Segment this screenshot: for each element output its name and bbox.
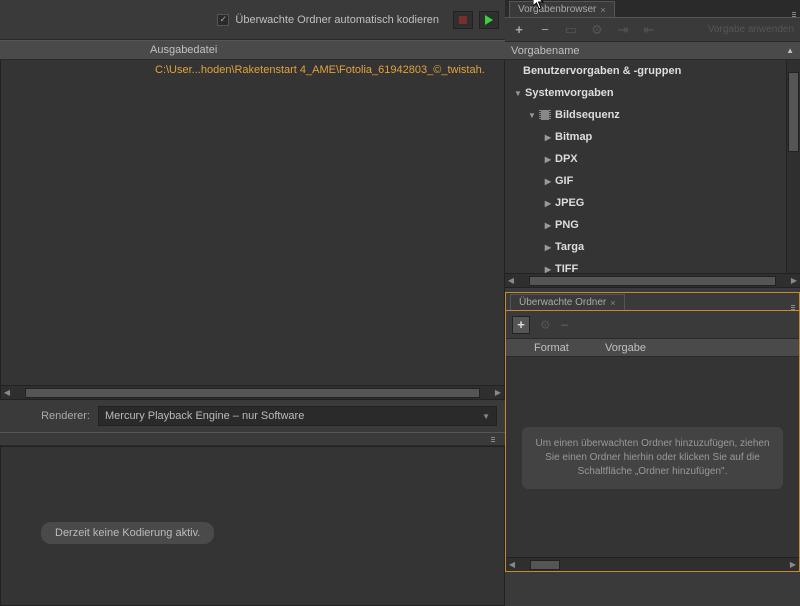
play-button[interactable]	[479, 11, 499, 29]
renderer-row: Renderer: Mercury Playback Engine – nur …	[0, 400, 505, 432]
renderer-label: Renderer:	[8, 410, 90, 422]
queue-list[interactable]: C:\User...hoden\Raketenstart 4_AME\Fotol…	[0, 60, 505, 400]
panel-menu-icon[interactable]	[787, 305, 799, 310]
renderer-dropdown[interactable]: Mercury Playback Engine – nur Software ▼	[98, 406, 497, 426]
preset-tree[interactable]: Benutzervorgaben & -gruppen ▼ Systemvorg…	[505, 60, 800, 288]
renderer-value: Mercury Playback Engine – nur Software	[105, 410, 304, 422]
scroll-thumb[interactable]	[25, 388, 480, 398]
watched-toolbar: + ⚙ −	[506, 311, 799, 339]
close-icon[interactable]: ×	[600, 5, 605, 15]
preset-browser-tab[interactable]: Vorgabenbrowser ×	[509, 1, 615, 17]
watched-h-scrollbar[interactable]: ◀ ▶	[506, 557, 799, 571]
tree-label: Targa	[555, 241, 584, 253]
scroll-right-icon[interactable]: ▶	[787, 559, 799, 571]
play-icon	[485, 15, 493, 25]
watched-folders-panel: Überwachte Ordner × + ⚙ − Format Vorgabe…	[505, 292, 800, 572]
tree-item[interactable]: ▶Targa	[505, 236, 800, 258]
twisty-right-icon: ▶	[543, 221, 553, 230]
queue-row[interactable]: C:\User...hoden\Raketenstart 4_AME\Fotol…	[1, 60, 504, 80]
column-output-label: Ausgabedatei	[150, 44, 217, 56]
tab-label: Vorgabenbrowser	[518, 4, 596, 15]
twisty-right-icon: ▶	[543, 199, 553, 208]
queue-column-header[interactable]: Ausgabedatei	[0, 40, 505, 60]
tree-group-system[interactable]: ▼ Systemvorgaben	[505, 82, 800, 104]
sort-up-icon: ▲	[786, 46, 794, 55]
scroll-right-icon[interactable]: ▶	[492, 387, 504, 399]
tree-label: JPEG	[555, 197, 584, 209]
col-preset: Vorgabe	[601, 342, 646, 354]
preset-list-header[interactable]: Vorgabename ▲	[505, 42, 800, 60]
remove-preset-button[interactable]: −	[537, 22, 553, 38]
twisty-right-icon: ▶	[543, 177, 553, 186]
twisty-down-icon: ▼	[513, 89, 523, 98]
twisty-right-icon: ▶	[543, 243, 553, 252]
tree-v-scrollbar[interactable]	[786, 60, 800, 273]
close-icon[interactable]: ×	[610, 298, 615, 308]
add-preset-button[interactable]: +	[511, 22, 527, 38]
apply-preset-button[interactable]: Vorgabe anwenden	[708, 24, 794, 35]
remove-folder-button: −	[561, 317, 569, 333]
twisty-right-icon: ▶	[543, 155, 553, 164]
film-icon	[539, 110, 551, 120]
scroll-left-icon[interactable]: ◀	[505, 275, 517, 287]
tree-item[interactable]: ▶DPX	[505, 148, 800, 170]
scroll-right-icon[interactable]: ▶	[788, 275, 800, 287]
watched-drop-area[interactable]: Um einen überwachten Ordner hinzuzufügen…	[506, 357, 799, 571]
tree-item[interactable]: ▶PNG	[505, 214, 800, 236]
auto-encode-label: Überwachte Ordner automatisch kodieren	[235, 14, 439, 26]
encode-queue-panel: ✓ Überwachte Ordner automatisch kodieren…	[0, 0, 505, 600]
right-panels: Vorgabenbrowser × + − ▭ ⚙ ⇥ ⇤ Vorgabe an…	[505, 0, 800, 600]
auto-encode-toggle[interactable]: ✓ Überwachte Ordner automatisch kodieren	[217, 14, 439, 26]
twisty-down-icon: ▼	[527, 111, 537, 120]
tree-group-bildsequenz[interactable]: ▼ Bildsequenz	[505, 104, 800, 126]
tree-label: DPX	[555, 153, 578, 165]
tree-item[interactable]: ▶JPEG	[505, 192, 800, 214]
tree-label: Bitmap	[555, 131, 592, 143]
preset-name-column: Vorgabename	[511, 45, 580, 57]
scroll-thumb[interactable]	[529, 276, 776, 286]
add-folder-button[interactable]: +	[512, 316, 530, 334]
col-format: Format	[506, 342, 601, 354]
panel-menu-icon[interactable]	[788, 12, 800, 17]
checkbox-icon: ✓	[217, 14, 229, 26]
preset-tab-row: Vorgabenbrowser ×	[505, 0, 800, 18]
status-message: Derzeit keine Kodierung aktiv.	[41, 522, 214, 544]
watched-columns-header[interactable]: Format Vorgabe	[506, 339, 799, 357]
tree-label: PNG	[555, 219, 579, 231]
tree-label: Systemvorgaben	[525, 87, 614, 99]
import-preset-icon[interactable]: ⇥	[615, 22, 631, 38]
watched-tab-row: Überwachte Ordner ×	[506, 293, 799, 311]
tree-h-scrollbar[interactable]: ◀ ▶	[505, 273, 800, 287]
scroll-left-icon[interactable]: ◀	[1, 387, 13, 399]
tab-label: Überwachte Ordner	[519, 297, 606, 308]
chevron-down-icon: ▼	[482, 412, 490, 421]
folder-preset-icon[interactable]: ▭	[563, 22, 579, 38]
queue-h-scrollbar[interactable]: ◀ ▶	[1, 385, 504, 399]
tree-item[interactable]: ▶GIF	[505, 170, 800, 192]
status-header	[0, 432, 505, 446]
watched-folders-tab[interactable]: Überwachte Ordner ×	[510, 294, 625, 310]
preset-toolbar: + − ▭ ⚙ ⇥ ⇤ Vorgabe anwenden	[505, 18, 800, 42]
stop-button[interactable]	[453, 11, 473, 29]
queue-top-bar: ✓ Überwachte Ordner automatisch kodieren	[0, 0, 505, 40]
tree-group-user[interactable]: Benutzervorgaben & -gruppen	[505, 60, 800, 82]
status-area: Derzeit keine Kodierung aktiv.	[0, 446, 505, 606]
stop-icon	[459, 16, 467, 24]
settings-preset-icon[interactable]: ⚙	[589, 22, 605, 38]
tree-label: Bildsequenz	[555, 109, 620, 121]
scroll-thumb[interactable]	[788, 72, 799, 152]
tree-label: GIF	[555, 175, 573, 187]
panel-menu-icon[interactable]	[487, 437, 499, 442]
scroll-thumb[interactable]	[530, 560, 560, 570]
export-preset-icon[interactable]: ⇤	[641, 22, 657, 38]
tree-item[interactable]: ▶Bitmap	[505, 126, 800, 148]
drop-hint-text: Um einen überwachten Ordner hinzuzufügen…	[522, 427, 783, 489]
settings-icon: ⚙	[540, 318, 551, 332]
twisty-right-icon: ▶	[543, 133, 553, 142]
tree-label: Benutzervorgaben & -gruppen	[523, 65, 681, 77]
scroll-left-icon[interactable]: ◀	[506, 559, 518, 571]
output-path-link[interactable]: C:\User...hoden\Raketenstart 4_AME\Fotol…	[155, 64, 495, 76]
